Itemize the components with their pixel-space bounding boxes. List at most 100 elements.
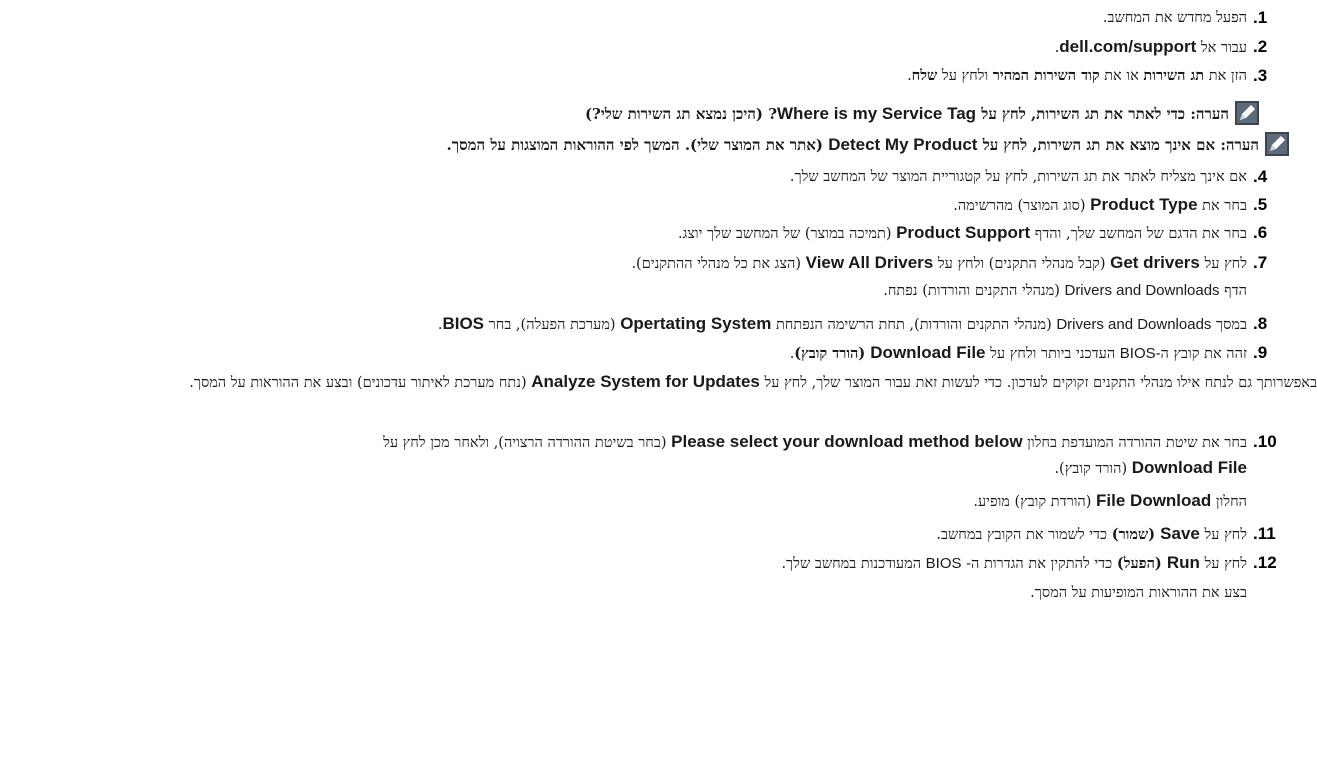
- text-run: ולחץ על: [937, 68, 993, 84]
- step-number: 4.: [1253, 167, 1268, 186]
- step-12-result: בצע את ההוראות המופיעות על המסך.: [0, 581, 1247, 605]
- text-run: עבור אל: [1196, 40, 1247, 56]
- text-run: במסך: [1211, 317, 1247, 333]
- text-run: בצע את ההוראות המופיעות על המסך.: [1030, 585, 1247, 601]
- emphasis-run: (אתר את המוצר שלי). המשך לפי ההוראות המו…: [446, 136, 829, 154]
- emphasis-run: Drivers and Downloads: [1064, 282, 1220, 299]
- text-run: (תמיכה במוצר) של המחשב שלך יוצג.: [677, 226, 897, 242]
- text-run: או את: [1099, 68, 1144, 84]
- step-9: 9. זהה את קובץ ה-BIOS העדכני ביותר ולחץ …: [0, 341, 1285, 365]
- text-run: כדי לשמור את הקובץ במחשב.: [936, 527, 1112, 543]
- emphasis-run: Drivers and Downloads: [1056, 316, 1212, 333]
- emphasis-run: קוד השירות המהיר: [992, 67, 1100, 84]
- step-number: 3.: [1253, 66, 1268, 85]
- note-pencil-icon: [1265, 132, 1289, 156]
- step-2: 2. עבור אל dell.com/support.: [0, 35, 1285, 59]
- emphasis-run: תג השירות: [1143, 67, 1205, 84]
- note-service-tag: הערה: כדי לאתר את תג השירות, לחץ על Wher…: [0, 99, 1259, 129]
- text-run: לחץ על: [1199, 527, 1247, 543]
- step-7-result: הדף Drivers and Downloads (מנהלי התקנים …: [0, 279, 1247, 303]
- step-number: 7.: [1253, 253, 1268, 272]
- step-text: לחץ על Get drivers (קבל מנהלי התקנים) ול…: [631, 251, 1247, 276]
- step-text: הפעל מחדש את המחשב.: [1103, 6, 1247, 30]
- note-text: הערה: כדי לאתר את תג השירות, לחץ על Wher…: [585, 104, 1229, 123]
- text-run: (בחר בשיטת ההורדה הרצויה), ולאחר מכן לחץ…: [383, 435, 672, 451]
- note-pencil-icon: [1235, 101, 1259, 125]
- step-number: 9.: [1253, 343, 1268, 362]
- emphasis-run: Save: [1160, 524, 1200, 543]
- step-number: 6.: [1253, 223, 1268, 242]
- note-text: הערה: אם אינך מוצא את תג השירות, לחץ על …: [446, 135, 1260, 154]
- text-run: החלון: [1211, 494, 1247, 510]
- emphasis-run: הערה: כדי לאתר את תג השירות, לחץ על: [976, 105, 1229, 123]
- text-run: בחר את שיטת ההורדה המועדפת בחלון: [1022, 435, 1247, 451]
- emphasis-run: Get drivers: [1110, 253, 1200, 272]
- text-run: (קבל מנהלי התקנים) ולחץ על: [933, 256, 1111, 272]
- step-12: 12. לחץ על Run (הפעל) כדי להתקין את הגדר…: [0, 551, 1285, 575]
- note-detect-product: הערה: אם אינך מוצא את תג השירות, לחץ על …: [0, 130, 1289, 160]
- emphasis-run: BIOS: [925, 555, 962, 572]
- emphasis-run: (הפעל): [1116, 555, 1167, 572]
- text-run: לחץ על: [1199, 256, 1247, 272]
- text-run: כדי להתקין את הגדרות ה-: [961, 556, 1117, 572]
- text-run: (נתח מערכת לאיתור עדכונים) ובצע את ההורא…: [189, 375, 532, 391]
- emphasis-run: Please select your download method below: [671, 432, 1023, 451]
- step-text: במסך Drivers and Downloads (מנהלי התקנים…: [438, 312, 1247, 337]
- emphasis-run: Analyze System for Updates: [531, 372, 760, 391]
- analyze-paragraph: באפשרותך גם לנתח אילו מנהלי התקנים זקוקי…: [0, 368, 1317, 397]
- step-number: 10.: [1253, 432, 1277, 451]
- step-number: 5.: [1253, 195, 1268, 214]
- emphasis-run: שלח: [911, 67, 938, 84]
- emphasis-run: Download File: [1131, 458, 1247, 477]
- emphasis-run: File Download: [1096, 491, 1212, 510]
- step-text: עבור אל dell.com/support.: [1055, 35, 1247, 60]
- text-run: זהה את קובץ ה-: [1155, 346, 1247, 362]
- step-text: זהה את קובץ ה-BIOS העדכני ביותר ולחץ על …: [790, 341, 1247, 366]
- step-number: 8.: [1253, 314, 1268, 333]
- emphasis-run: (שמור): [1111, 526, 1161, 543]
- step-text: בחר את הדגם של המחשב שלך, והדף Product S…: [678, 221, 1247, 246]
- step-number: 1.: [1253, 8, 1268, 27]
- text-run: העדכני ביותר ולחץ על: [985, 346, 1120, 362]
- step-text: בחר את שיטת ההורדה המועדפת בחלון Please …: [383, 430, 1247, 455]
- text-run: הזן את: [1204, 68, 1247, 84]
- step-10-continued: Download File (הורד קובץ).: [0, 456, 1247, 480]
- step-text: לחץ על Save (שמור) כדי לשמור את הקובץ במ…: [936, 522, 1247, 547]
- text-run: (מנהלי התקנים והורדות) נפתח.: [883, 283, 1065, 299]
- emphasis-run: BIOS: [1119, 345, 1156, 362]
- step-number: 11.: [1253, 524, 1276, 543]
- emphasis-run: View All Drivers: [805, 253, 934, 272]
- step-11: 11. לחץ על Save (שמור) כדי לשמור את הקוב…: [0, 522, 1285, 546]
- step-text: בחר את Product Type (סוג המוצר) מהרשימה.: [953, 193, 1247, 218]
- step-text: אם אינך מצליח לאתר את תג השירות, לחץ על …: [790, 165, 1247, 189]
- emphasis-run: Product Type: [1090, 195, 1198, 214]
- text-run: (מנהלי התקנים והורדות), תחת הרשימה הנפתח…: [771, 317, 1057, 333]
- emphasis-run: Run: [1166, 553, 1200, 572]
- step-text: לחץ על Run (הפעל) כדי להתקין את הגדרות ה…: [781, 551, 1247, 576]
- text-run: אם אינך מצליח לאתר את תג השירות, לחץ על …: [789, 169, 1247, 185]
- text-run: לחץ על: [1199, 556, 1247, 572]
- text-run: (הורד קובץ).: [1054, 461, 1132, 477]
- emphasis-run: הערה: אם אינך מוצא את תג השירות, לחץ על: [977, 136, 1259, 154]
- text-run: בחר את: [1197, 198, 1247, 214]
- text-run: (הורדת קובץ) מופיע.: [973, 494, 1097, 510]
- emphasis-run: Detect My Product: [828, 135, 978, 154]
- emphasis-run: dell.com/support: [1059, 37, 1197, 56]
- step-6: 6. בחר את הדגם של המחשב שלך, והדף Produc…: [0, 221, 1285, 245]
- emphasis-run: Where is my Service Tag: [777, 104, 977, 123]
- emphasis-run: (הורד קובץ): [794, 345, 871, 362]
- step-text: הזן את תג השירות או את קוד השירות המהיר …: [907, 64, 1247, 88]
- text-run: המעודכנות במחשב שלך.: [781, 556, 926, 572]
- step-10: 10. בחר את שיטת ההורדה המועדפת בחלון Ple…: [0, 430, 1285, 454]
- text-run: (מערכת הפעלה), בחר: [484, 317, 621, 333]
- text-run: באפשרותך גם לנתח אילו מנהלי התקנים זקוקי…: [759, 375, 1317, 391]
- step-3: 3. הזן את תג השירות או את קוד השירות המה…: [0, 64, 1285, 88]
- text-run: בחר את הדגם של המחשב שלך, והדף: [1030, 226, 1247, 242]
- emphasis-run: Opertating System: [620, 314, 772, 333]
- step-number: 12.: [1253, 553, 1277, 572]
- text-run: (הצג את כל מנהלי ההתקנים).: [631, 256, 806, 272]
- text-run: (סוג המוצר) מהרשימה.: [953, 198, 1091, 214]
- step-7: 7. לחץ על Get drivers (קבל מנהלי התקנים)…: [0, 251, 1285, 275]
- step-5: 5. בחר את Product Type (סוג המוצר) מהרשי…: [0, 193, 1285, 217]
- emphasis-run: Product Support: [896, 223, 1031, 242]
